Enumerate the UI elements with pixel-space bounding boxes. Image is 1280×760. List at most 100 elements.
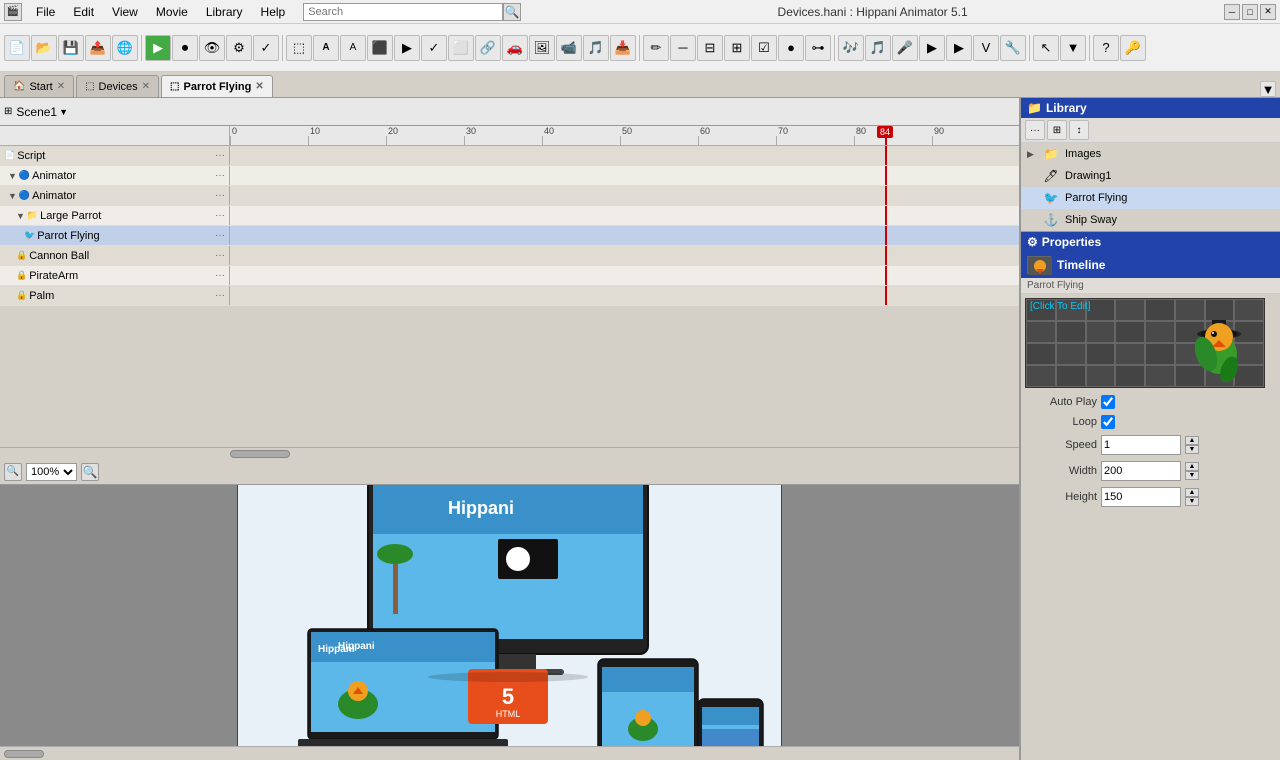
preview-button[interactable]: 👁 (199, 35, 225, 61)
arrow-tool[interactable]: ▼ (1060, 35, 1086, 61)
menu-movie[interactable]: Movie (148, 3, 196, 21)
tabs-scroll-button[interactable]: ▼ (1260, 81, 1276, 97)
animator2-expand[interactable]: ▼ (8, 191, 17, 201)
checkbox-tool[interactable]: ☑ (751, 35, 777, 61)
dash2-tool[interactable]: ⊟ (697, 35, 723, 61)
link-tool[interactable]: 🔗 (475, 35, 501, 61)
speed-up-button[interactable]: ▲ (1185, 436, 1199, 445)
height-down-button[interactable]: ▼ (1185, 497, 1199, 506)
tab-start[interactable]: 🏠 Start ✕ (4, 75, 74, 97)
loop-checkbox[interactable] (1101, 415, 1115, 429)
large-parrot-expand[interactable]: ▼ (16, 211, 25, 221)
mic-tool[interactable]: 🎤 (892, 35, 918, 61)
frame-tool[interactable]: ⬛ (367, 35, 393, 61)
zoom-out-icon[interactable]: 🔍 (4, 463, 22, 481)
width-input[interactable] (1101, 461, 1181, 481)
play-button[interactable]: ▶ (145, 35, 171, 61)
animator1-options[interactable]: ··· (215, 170, 225, 181)
timeline-track-script[interactable] (230, 146, 1019, 165)
play2-button[interactable]: ▶ (394, 35, 420, 61)
save-button[interactable]: 💾 (58, 35, 84, 61)
canvas-view[interactable]: Hippani (0, 485, 1019, 746)
palm-options[interactable]: ··· (215, 290, 225, 301)
cannon-ball-options[interactable]: ··· (215, 250, 225, 261)
settings-button[interactable]: ⚙ (226, 35, 252, 61)
height-up-button[interactable]: ▲ (1185, 488, 1199, 497)
menu-edit[interactable]: Edit (65, 3, 102, 21)
menu-file[interactable]: File (28, 3, 63, 21)
note-tool[interactable]: 🎵 (865, 35, 891, 61)
help-button[interactable]: ? (1093, 35, 1119, 61)
search-input[interactable] (303, 3, 503, 21)
publish-button[interactable]: 🌐 (112, 35, 138, 61)
menu-help[interactable]: Help (253, 3, 294, 21)
parrot-flying-options[interactable]: ··· (215, 230, 225, 241)
timeline-track-palm[interactable] (230, 286, 1019, 305)
width-up-button[interactable]: ▲ (1185, 462, 1199, 471)
lib-btn-2[interactable]: ⊞ (1047, 120, 1067, 140)
image-tool[interactable]: 🖼 (529, 35, 555, 61)
timeline-track-pirate-arm[interactable] (230, 266, 1019, 285)
lib-item-drawing1[interactable]: 🖊 Drawing1 (1021, 165, 1280, 187)
close-button[interactable]: ✕ (1260, 4, 1276, 20)
auto-play-checkbox[interactable] (1101, 395, 1115, 409)
new-button[interactable]: 📄 (4, 35, 30, 61)
timeline-preview[interactable]: [Click To Edit] (1025, 298, 1265, 388)
video-tool[interactable]: 📹 (556, 35, 582, 61)
dash-tool[interactable]: ─ (670, 35, 696, 61)
pirate-arm-options[interactable]: ··· (215, 270, 225, 281)
timeline-track-animator1[interactable] (230, 166, 1019, 185)
music-tool[interactable]: 🎶 (838, 35, 864, 61)
tab-parrot-flying-close[interactable]: ✕ (255, 81, 263, 92)
speed-input[interactable] (1101, 435, 1181, 455)
height-input[interactable] (1101, 487, 1181, 507)
audio-tool[interactable]: 🎵 (583, 35, 609, 61)
edit-tool[interactable]: ✏ (643, 35, 669, 61)
click-to-edit-label[interactable]: [Click To Edit] (1030, 301, 1090, 312)
connect-tool[interactable]: ⊶ (805, 35, 831, 61)
plugin-tool[interactable]: 🔧 (1000, 35, 1026, 61)
zoom-select[interactable]: 100% 50% 150% 200% (26, 463, 77, 481)
open-button[interactable]: 📂 (31, 35, 57, 61)
canvas-scroll-thumb[interactable] (4, 750, 44, 758)
tab-start-close[interactable]: ✕ (57, 81, 65, 92)
script-options[interactable]: ··· (215, 150, 225, 161)
lib-btn-1[interactable]: ··· (1025, 120, 1045, 140)
lib-item-ship-sway[interactable]: ⚓ Ship Sway (1021, 209, 1280, 231)
search-button[interactable]: 🔍 (503, 3, 521, 21)
maximize-button[interactable]: □ (1242, 4, 1258, 20)
check2-button[interactable]: ✓ (421, 35, 447, 61)
timeline-scroll-thumb[interactable] (230, 450, 290, 458)
check-button[interactable]: ✓ (253, 35, 279, 61)
lib-item-images[interactable]: ▶ 📁 Images (1021, 143, 1280, 165)
large-parrot-options[interactable]: ··· (215, 210, 225, 221)
speed-down-button[interactable]: ▼ (1185, 445, 1199, 454)
export-button[interactable]: 📤 (85, 35, 111, 61)
animator2-options[interactable]: ··· (215, 190, 225, 201)
tab-devices-close[interactable]: ✕ (142, 81, 150, 92)
timeline-track-cannon-ball[interactable] (230, 246, 1019, 265)
vimeo-tool[interactable]: V (973, 35, 999, 61)
tab-devices[interactable]: ⬚ Devices ✕ (76, 75, 159, 97)
menu-library[interactable]: Library (198, 3, 251, 21)
car-tool[interactable]: 🚗 (502, 35, 528, 61)
youtube-tool[interactable]: ▶ (946, 35, 972, 61)
lib-item-parrot-flying[interactable]: 🐦 Parrot Flying (1021, 187, 1280, 209)
menu-view[interactable]: View (104, 3, 146, 21)
record2-tool[interactable]: ● (778, 35, 804, 61)
timeline-track-large-parrot[interactable] (230, 206, 1019, 225)
timeline-track-parrot-flying[interactable] (230, 226, 1019, 245)
minimize-button[interactable]: ─ (1224, 4, 1240, 20)
lib-btn-3[interactable]: ↕ (1069, 120, 1089, 140)
animator1-expand[interactable]: ▼ (8, 171, 17, 181)
cursor-tool[interactable]: ↖ (1033, 35, 1059, 61)
scene-dropdown-icon[interactable]: ▼ (59, 107, 68, 117)
text-tool-2[interactable]: A (340, 35, 366, 61)
record-button[interactable]: ⏺ (172, 35, 198, 61)
import-button[interactable]: 📥 (610, 35, 636, 61)
text-tool[interactable]: A (313, 35, 339, 61)
zoom-in-icon[interactable]: 🔍 (81, 463, 99, 481)
tab-parrot-flying[interactable]: ⬚ Parrot Flying ✕ (161, 75, 273, 97)
width-down-button[interactable]: ▼ (1185, 471, 1199, 480)
table-tool[interactable]: ⊞ (724, 35, 750, 61)
